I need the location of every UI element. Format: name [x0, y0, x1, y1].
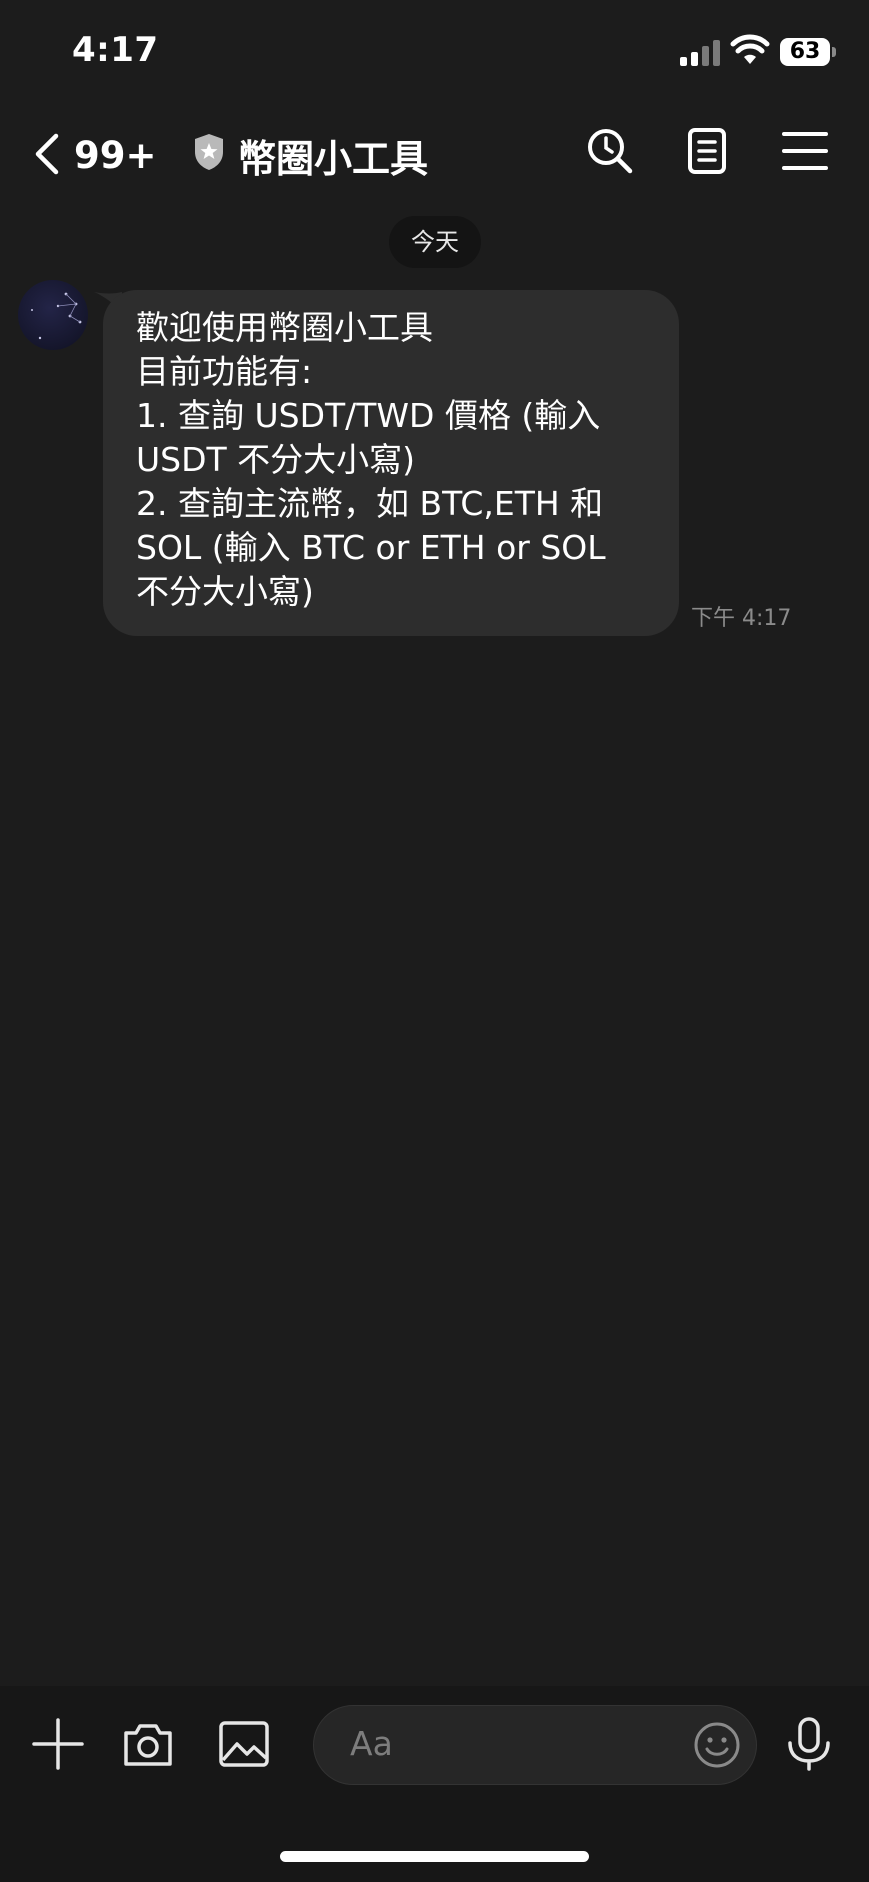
wifi-icon	[730, 34, 770, 64]
notes-icon[interactable]	[680, 124, 734, 178]
chat-title: 幣圈小工具	[238, 137, 429, 181]
message-line: SOL (輸入 BTC or ETH or SOL	[136, 528, 606, 567]
chat-header: 99+ 幣圈小工具	[0, 100, 869, 210]
status-bar: 4:17 63	[0, 0, 869, 100]
status-time: 4:17	[72, 30, 159, 70]
message-bubble[interactable]: 歡迎使用幣圈小工具 目前功能有: 1. 查詢 USDT/TWD 價格 (輸入 U…	[103, 290, 679, 636]
home-indicator	[280, 1851, 589, 1862]
message-line: 目前功能有:	[136, 352, 313, 391]
message-line: 歡迎使用幣圈小工具	[136, 308, 433, 347]
message-line: 2. 查詢主流幣，如 BTC,ETH 和	[136, 484, 604, 523]
image-icon[interactable]	[216, 1716, 272, 1772]
microphone-icon[interactable]	[780, 1716, 838, 1772]
unread-count[interactable]: 99+	[74, 134, 157, 177]
message-input[interactable]: Aa	[313, 1705, 757, 1785]
camera-icon[interactable]	[120, 1716, 176, 1772]
input-placeholder: Aa	[350, 1724, 393, 1763]
cellular-signal-icon	[680, 38, 722, 66]
shield-star-icon	[195, 134, 223, 170]
message-line: 不分大小寫)	[136, 572, 314, 611]
battery-indicator: 63	[780, 38, 830, 66]
message-timestamp: 下午 4:17	[691, 606, 792, 631]
constellation-icon	[31, 292, 82, 340]
emoji-icon[interactable]	[692, 1720, 742, 1770]
menu-icon[interactable]	[778, 124, 832, 178]
date-divider: 今天	[389, 216, 481, 268]
search-icon[interactable]	[583, 124, 637, 178]
message-line: USDT 不分大小寫)	[136, 440, 416, 479]
bot-avatar[interactable]	[18, 280, 88, 350]
chevron-left-icon[interactable]	[30, 130, 62, 178]
plus-icon[interactable]	[30, 1716, 86, 1772]
message-line: 1. 查詢 USDT/TWD 價格 (輸入	[136, 396, 601, 435]
battery-cap	[832, 47, 836, 57]
